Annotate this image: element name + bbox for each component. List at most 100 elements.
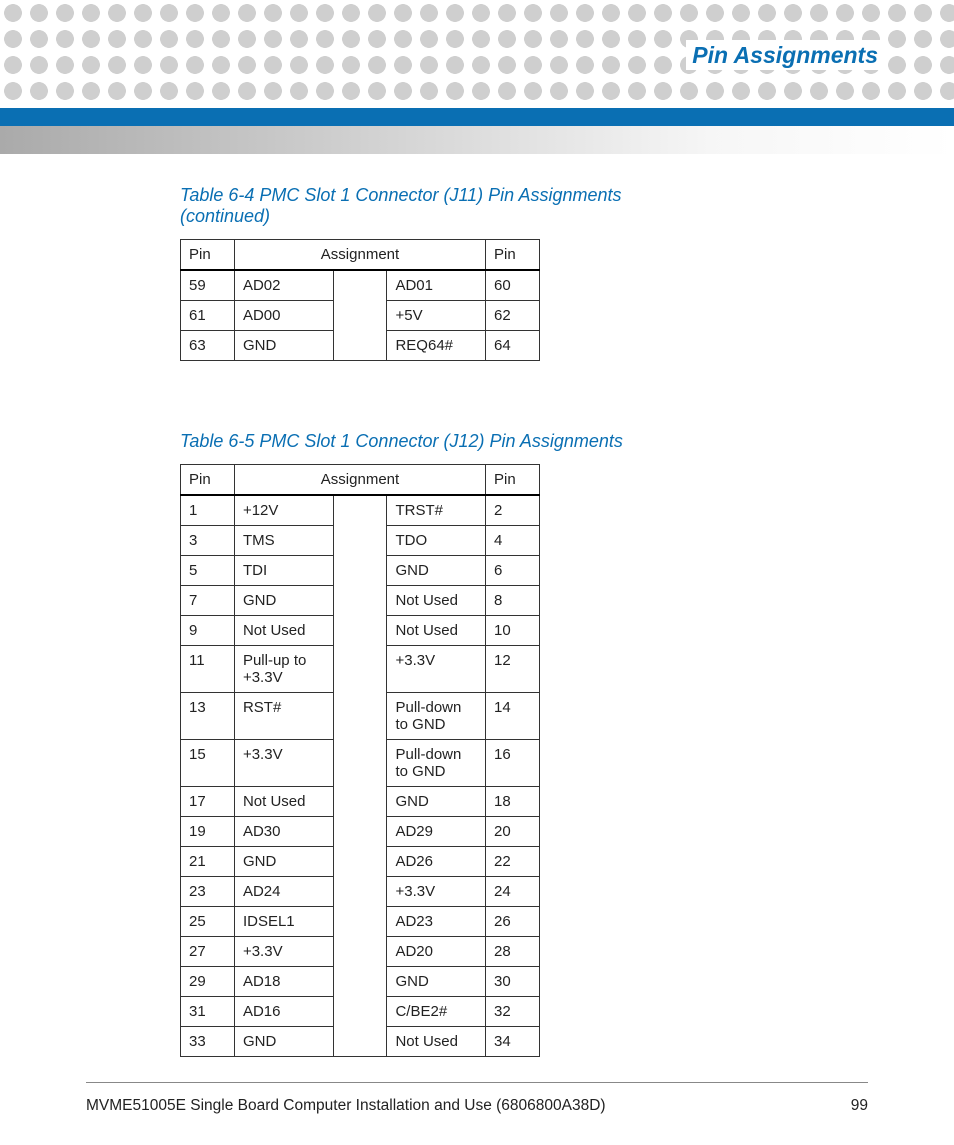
assignment-right: GND bbox=[387, 556, 486, 586]
header-title-wrap: Pin Assignments bbox=[686, 40, 884, 70]
table-row: 33GNDNot Used34 bbox=[181, 1027, 540, 1057]
pin-right: 20 bbox=[486, 817, 540, 847]
col-pin-right: Pin bbox=[486, 240, 540, 271]
assignment-right: TRST# bbox=[387, 495, 486, 526]
pin-left: 29 bbox=[181, 967, 235, 997]
pin-right: 12 bbox=[486, 646, 540, 693]
assignment-gap bbox=[333, 646, 387, 693]
assignment-gap bbox=[333, 331, 387, 361]
assignment-right: TDO bbox=[387, 526, 486, 556]
assignment-gap bbox=[333, 495, 387, 526]
pin-right: 28 bbox=[486, 937, 540, 967]
assignment-gap bbox=[333, 937, 387, 967]
pin-right: 30 bbox=[486, 967, 540, 997]
col-assignment: Assignment bbox=[234, 240, 485, 271]
pin-right: 2 bbox=[486, 495, 540, 526]
assignment-gap bbox=[333, 847, 387, 877]
pin-left: 5 bbox=[181, 556, 235, 586]
footer: MVME51005E Single Board Computer Install… bbox=[86, 1097, 868, 1115]
col-pin-right: Pin bbox=[486, 465, 540, 496]
assignment-left: +3.3V bbox=[234, 937, 333, 967]
assignment-left: +3.3V bbox=[234, 740, 333, 787]
table-row: 61AD00+5V62 bbox=[181, 301, 540, 331]
assignment-gap bbox=[333, 556, 387, 586]
pin-right: 32 bbox=[486, 997, 540, 1027]
table-row: 3TMSTDO4 bbox=[181, 526, 540, 556]
header-blue-bar bbox=[0, 108, 954, 126]
table-row: 29AD18 GND30 bbox=[181, 967, 540, 997]
table-header-row: Pin Assignment Pin bbox=[181, 465, 540, 496]
assignment-right: Pull-down to GND bbox=[387, 693, 486, 740]
assignment-left: Not Used bbox=[234, 616, 333, 646]
pin-left: 33 bbox=[181, 1027, 235, 1057]
assignment-left: TMS bbox=[234, 526, 333, 556]
pin-right: 60 bbox=[486, 270, 540, 301]
pin-left: 25 bbox=[181, 907, 235, 937]
table-row: 9Not UsedNot Used10 bbox=[181, 616, 540, 646]
assignment-right: Not Used bbox=[387, 616, 486, 646]
assignment-gap bbox=[333, 787, 387, 817]
table-caption: Table 6-5 PMC Slot 1 Connector (J12) Pin… bbox=[180, 431, 700, 452]
assignment-gap bbox=[333, 270, 387, 301]
assignment-right: +3.3V bbox=[387, 646, 486, 693]
pin-right: 26 bbox=[486, 907, 540, 937]
pin-right: 6 bbox=[486, 556, 540, 586]
assignment-right: +5V bbox=[387, 301, 486, 331]
assignment-left: AD18 bbox=[234, 967, 333, 997]
pin-right: 18 bbox=[486, 787, 540, 817]
table-row: 15+3.3V Pull-down to GND16 bbox=[181, 740, 540, 787]
col-assignment: Assignment bbox=[234, 465, 485, 496]
assignment-gap bbox=[333, 1027, 387, 1057]
assignment-gap bbox=[333, 997, 387, 1027]
assignment-gap bbox=[333, 907, 387, 937]
assignment-right: Pull-down to GND bbox=[387, 740, 486, 787]
assignment-gap bbox=[333, 877, 387, 907]
content-area: Table 6-4 PMC Slot 1 Connector (J11) Pin… bbox=[180, 185, 700, 1057]
table-row: 21GNDAD2622 bbox=[181, 847, 540, 877]
pin-table-j12: Pin Assignment Pin 1+12VTRST#23TMSTDO45T… bbox=[180, 464, 540, 1057]
assignment-right: Not Used bbox=[387, 586, 486, 616]
footer-doc-title: MVME51005E Single Board Computer Install… bbox=[86, 1097, 606, 1115]
pin-left: 15 bbox=[181, 740, 235, 787]
table-caption: Table 6-4 PMC Slot 1 Connector (J11) Pin… bbox=[180, 185, 700, 227]
table-row: 1+12VTRST#2 bbox=[181, 495, 540, 526]
col-pin-left: Pin bbox=[181, 465, 235, 496]
pin-left: 31 bbox=[181, 997, 235, 1027]
pin-left: 27 bbox=[181, 937, 235, 967]
pin-right: 24 bbox=[486, 877, 540, 907]
assignment-right: AD01 bbox=[387, 270, 486, 301]
pin-left: 13 bbox=[181, 693, 235, 740]
assignment-gap bbox=[333, 616, 387, 646]
assignment-gap bbox=[333, 693, 387, 740]
table-row: 31AD16C/BE2#32 bbox=[181, 997, 540, 1027]
page: Pin Assignments Table 6-4 PMC Slot 1 Con… bbox=[0, 0, 954, 1145]
header-gradient-bar bbox=[0, 126, 954, 154]
table-row: 23AD24+3.3V24 bbox=[181, 877, 540, 907]
assignment-right: C/BE2# bbox=[387, 997, 486, 1027]
pin-table-j11: Pin Assignment Pin 59AD02AD016061AD00+5V… bbox=[180, 239, 540, 361]
assignment-right: AD26 bbox=[387, 847, 486, 877]
table-header-row: Pin Assignment Pin bbox=[181, 240, 540, 271]
assignment-right: AD29 bbox=[387, 817, 486, 847]
assignment-gap bbox=[333, 817, 387, 847]
table-row: 7GNDNot Used8 bbox=[181, 586, 540, 616]
assignment-left: Pull-up to +3.3V bbox=[234, 646, 333, 693]
assignment-left: Not Used bbox=[234, 787, 333, 817]
assignment-gap bbox=[333, 967, 387, 997]
pin-right: 16 bbox=[486, 740, 540, 787]
pin-left: 9 bbox=[181, 616, 235, 646]
table-row: 19AD30AD2920 bbox=[181, 817, 540, 847]
assignment-right: GND bbox=[387, 967, 486, 997]
assignment-left: AD24 bbox=[234, 877, 333, 907]
table-row: 63GNDREQ64#64 bbox=[181, 331, 540, 361]
pin-left: 3 bbox=[181, 526, 235, 556]
table-row: 25IDSEL1AD2326 bbox=[181, 907, 540, 937]
pin-left: 19 bbox=[181, 817, 235, 847]
table-row: 17Not UsedGND18 bbox=[181, 787, 540, 817]
pin-left: 61 bbox=[181, 301, 235, 331]
table-row: 13RST#Pull-down to GND14 bbox=[181, 693, 540, 740]
assignment-right: Not Used bbox=[387, 1027, 486, 1057]
assignment-left: AD00 bbox=[234, 301, 333, 331]
pin-left: 63 bbox=[181, 331, 235, 361]
pin-right: 10 bbox=[486, 616, 540, 646]
